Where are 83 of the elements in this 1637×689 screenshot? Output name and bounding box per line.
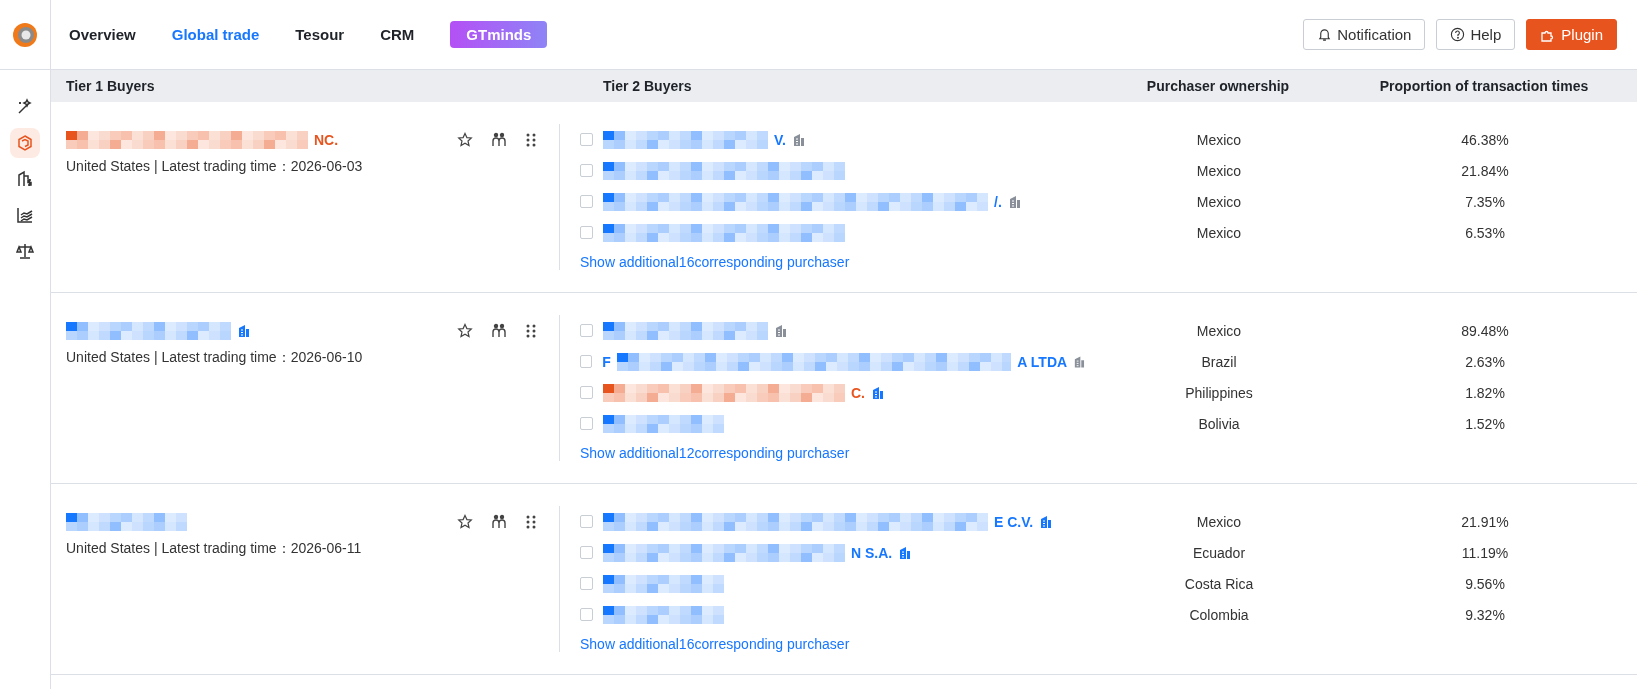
building-icon[interactable]	[237, 323, 251, 338]
buyer-details: United States | Latest trading time：2026-06-03	[66, 158, 364, 176]
checkbox[interactable]	[580, 515, 593, 528]
nav-tab[interactable]: Overview	[69, 26, 136, 43]
building-icon[interactable]	[871, 385, 885, 400]
gtminds-badge[interactable]: GTminds	[450, 21, 548, 48]
country-cell-text: Mexico	[1195, 224, 1243, 241]
people-icon[interactable]	[491, 322, 507, 339]
company-name[interactable]: V.	[774, 131, 786, 148]
checkbox[interactable]	[580, 355, 593, 368]
proportion-cell-text: 1.82%	[1464, 384, 1506, 401]
star-icon[interactable]	[457, 513, 473, 530]
cube-icon[interactable]	[10, 128, 40, 158]
checkbox[interactable]	[580, 324, 593, 337]
checkbox[interactable]	[580, 133, 593, 146]
proportion-cell-text: 2.63%	[1464, 353, 1506, 370]
drag-handle-icon[interactable]	[525, 513, 537, 530]
country-cell-text: Costa Rica	[1183, 575, 1255, 592]
nav-tab[interactable]: Tesour	[295, 26, 345, 43]
proportion-cell-text: 6.53%	[1464, 224, 1506, 241]
logo-icon	[11, 20, 39, 49]
country-cell-text: Mexico	[1195, 131, 1243, 148]
building-icon[interactable]	[1007, 194, 1022, 209]
proportion-cell-text: 1.52%	[1464, 415, 1506, 432]
show-more-link[interactable]: Show additional16corresponding purchaser	[580, 636, 850, 652]
bell-icon	[1317, 27, 1333, 42]
building-icon[interactable]	[1039, 514, 1054, 529]
proportion-cell-text: 21.84%	[1460, 162, 1510, 179]
checkbox[interactable]	[580, 226, 593, 239]
help-icon	[1450, 27, 1466, 42]
star-icon[interactable]	[457, 131, 473, 148]
buyer-details: United States | Latest trading time：2026-06-10	[66, 349, 364, 367]
country-cell-text: Mexico	[1195, 513, 1243, 530]
country-cell-text: Philippines	[1184, 384, 1254, 401]
proportion-cell-text: 46.38%	[1460, 131, 1510, 148]
country-cell-text: Mexico	[1195, 322, 1243, 339]
building-icon[interactable]	[774, 323, 788, 338]
show-more-link[interactable]: Show additional12corresponding purchaser	[580, 445, 850, 461]
company-name[interactable]: NC.	[314, 131, 339, 148]
country-cell-text: Colombia	[1188, 606, 1250, 623]
proportion-cell-text: 7.35%	[1464, 193, 1506, 210]
country-cell-text: Mexico	[1195, 193, 1243, 210]
proportion-cell-text: 11.19%	[1460, 544, 1510, 561]
country-cell-text: Brazil	[1200, 353, 1238, 370]
checkbox[interactable]	[580, 577, 593, 590]
notification-button[interactable]: Notification	[1303, 19, 1426, 50]
buyer-details: United States | Latest trading time：2026-06-11	[66, 540, 363, 558]
checkbox[interactable]	[580, 164, 593, 177]
people-icon[interactable]	[491, 131, 507, 148]
company-name[interactable]: E C.V.	[994, 513, 1034, 530]
company-name[interactable]: N S.A.	[851, 544, 893, 561]
checkbox[interactable]	[580, 386, 593, 399]
proportion-cell-text: 9.56%	[1464, 575, 1506, 592]
building-icon[interactable]	[1073, 354, 1086, 369]
company-name[interactable]: A LTDA	[1017, 353, 1068, 370]
nav-tab[interactable]: Global trade	[171, 26, 260, 43]
checkbox[interactable]	[580, 608, 593, 621]
star-icon[interactable]	[457, 322, 473, 339]
help-button[interactable]: Help	[1436, 19, 1516, 50]
proportion-cell-text: 21.91%	[1460, 513, 1510, 530]
column-header: Purchaser ownership	[1145, 78, 1291, 94]
plugin-button[interactable]: Plugin	[1526, 19, 1617, 50]
show-more-link[interactable]: Show additional16corresponding purchaser	[580, 254, 850, 270]
country-cell-text: Bolivia	[1197, 415, 1241, 432]
country-cell-text: Mexico	[1195, 162, 1243, 179]
column-header: Tier 2 Buyers	[602, 78, 693, 94]
column-header: Proportion of transaction times	[1378, 78, 1590, 94]
proportion-cell-text: 89.48%	[1460, 322, 1510, 339]
drag-handle-icon[interactable]	[525, 131, 537, 148]
column-header: Tier 1 Buyers	[65, 78, 156, 94]
building-icon[interactable]	[898, 545, 913, 560]
building-icon[interactable]	[791, 132, 806, 147]
company-name[interactable]: /.	[994, 193, 1002, 210]
checkbox[interactable]	[580, 546, 593, 559]
drag-handle-icon[interactable]	[525, 322, 537, 339]
country-cell-text: Ecuador	[1191, 544, 1247, 561]
checkbox[interactable]	[580, 417, 593, 430]
checkbox[interactable]	[580, 195, 593, 208]
nav-tab[interactable]: CRM	[380, 26, 415, 43]
proportion-cell-text: 9.32%	[1464, 606, 1506, 623]
company-name[interactable]: F	[602, 353, 611, 370]
company-name[interactable]: C.	[851, 384, 865, 401]
people-icon[interactable]	[491, 513, 507, 530]
